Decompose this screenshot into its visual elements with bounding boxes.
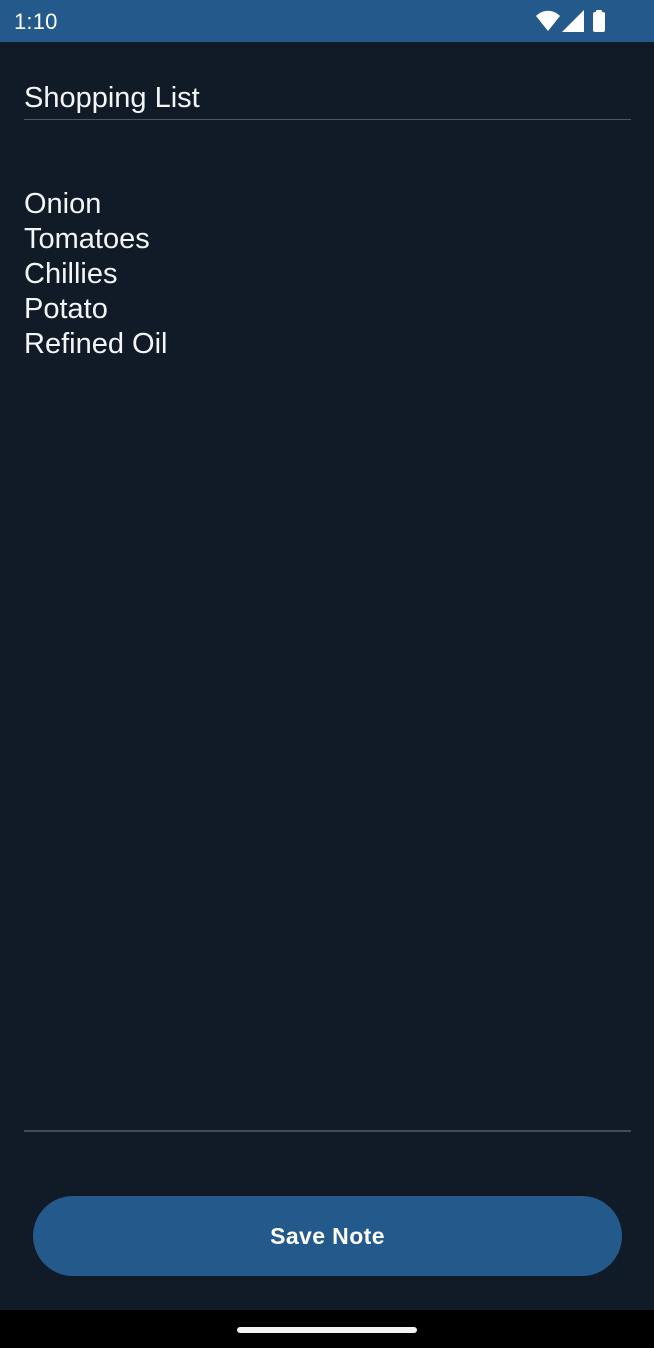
note-line: Refined Oil <box>24 328 168 360</box>
note-line: Potato <box>24 293 108 325</box>
status-icons <box>536 10 610 32</box>
status-bar: 1:10 <box>0 0 654 42</box>
wifi-icon <box>536 10 560 31</box>
note-line: Tomatoes <box>24 223 150 255</box>
note-line: Onion <box>24 188 102 220</box>
cellular-signal-icon <box>562 10 584 32</box>
home-gesture-handle[interactable] <box>237 1327 417 1333</box>
note-line: Chillies <box>24 258 118 290</box>
note-body-textarea[interactable]: Onion Tomatoes Chillies Potato Refined O… <box>24 187 631 1132</box>
status-time: 1:10 <box>14 9 58 34</box>
note-title-input[interactable] <box>24 77 631 120</box>
navigation-bar <box>0 1310 654 1348</box>
save-note-button[interactable]: Save Note <box>33 1196 622 1276</box>
battery-icon <box>593 10 605 32</box>
